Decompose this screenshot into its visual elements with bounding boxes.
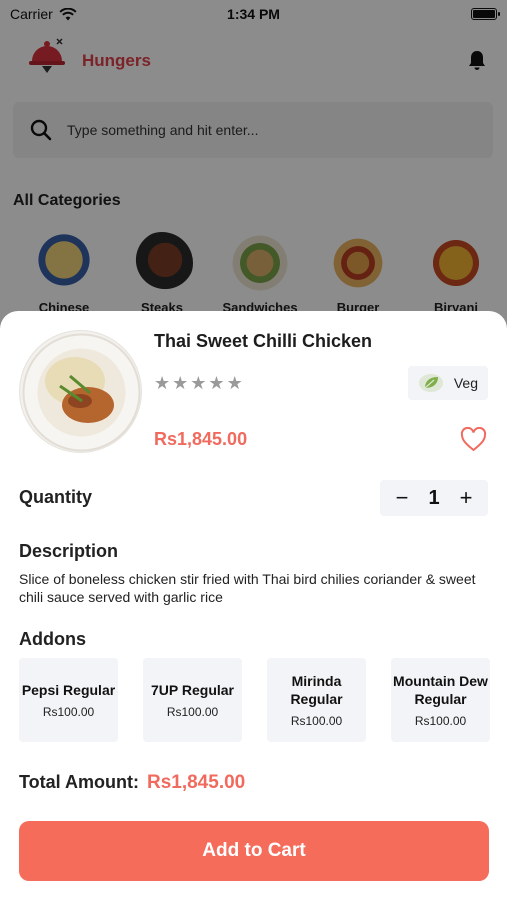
rating-stars[interactable]: ★ ★ ★ ★ ★: [154, 373, 243, 394]
addon-price: Rs100.00: [290, 714, 343, 728]
addon-name: Mountain Dew Regular: [393, 673, 488, 707]
add-to-cart-button[interactable]: Add to Cart: [19, 821, 489, 881]
decrement-button[interactable]: −: [392, 487, 412, 509]
product-image: [19, 330, 142, 453]
star-icon[interactable]: ★: [154, 373, 170, 394]
addon-price: Rs100.00: [166, 705, 219, 719]
addon-price: Rs100.00: [414, 714, 467, 728]
quantity-value: 1: [428, 486, 440, 509]
diet-label: Veg: [453, 375, 478, 391]
total-row: Total Amount: Rs1,845.00: [19, 772, 245, 794]
addons-list: Pepsi Regular Rs100.00 7UP Regular Rs100…: [19, 658, 490, 742]
diet-badge: Veg: [408, 366, 488, 400]
description-label: Description: [19, 541, 119, 561]
leaf-icon: [419, 374, 443, 392]
addon-name: Mirinda Regular: [290, 673, 343, 707]
product-sheet: Thai Sweet Chilli Chicken ★ ★ ★ ★ ★ Veg …: [0, 311, 507, 900]
description-text: Slice of boneless chicken stir fried wit…: [19, 571, 476, 605]
addon-card[interactable]: 7UP Regular Rs100.00: [143, 658, 242, 742]
star-icon[interactable]: ★: [172, 373, 188, 394]
addon-name: Pepsi Regular: [21, 682, 116, 698]
star-icon[interactable]: ★: [190, 373, 206, 394]
addon-card[interactable]: Mountain Dew Regular Rs100.00: [391, 658, 490, 742]
product-title: Thai Sweet Chilli Chicken: [154, 331, 373, 351]
quantity-label: Quantity: [19, 487, 93, 507]
heart-icon[interactable]: [460, 427, 487, 452]
star-icon[interactable]: ★: [227, 373, 243, 394]
quantity-stepper: − 1 +: [380, 480, 488, 516]
addon-card[interactable]: Pepsi Regular Rs100.00: [19, 658, 118, 742]
addon-price: Rs100.00: [42, 705, 95, 719]
product-price: Rs1,845.00: [154, 429, 248, 449]
total-value: Rs1,845.00: [146, 772, 246, 793]
total-label: Total Amount:: [19, 772, 139, 792]
star-icon[interactable]: ★: [208, 373, 224, 394]
addon-name: 7UP Regular: [151, 682, 234, 698]
addon-card[interactable]: Mirinda Regular Rs100.00: [267, 658, 366, 742]
increment-button[interactable]: +: [456, 487, 476, 509]
addons-label: Addons: [19, 629, 86, 649]
